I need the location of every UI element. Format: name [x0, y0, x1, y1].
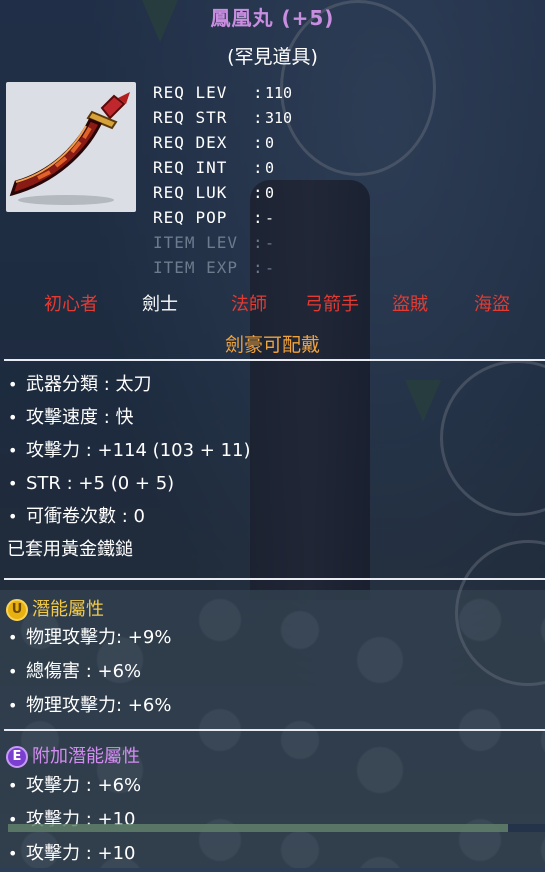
- additional-potential-line: • 攻擊力 : +10: [8, 843, 136, 864]
- potential-lines: • 物理攻擊力: +9% • 總傷害 : +6% • 物理攻擊力: +6%: [8, 622, 171, 724]
- item-rarity: (罕見道具): [227, 46, 318, 68]
- req-value: 0: [265, 159, 275, 177]
- job-magician: 法師: [231, 294, 267, 315]
- req-label: REQ INT: [153, 158, 228, 177]
- req-row: ITEM EXP: -: [153, 255, 292, 280]
- req-value: 310: [265, 109, 293, 127]
- stat-line: • 攻擊力 : +114 (103 + 11): [8, 440, 251, 461]
- divider: [4, 729, 545, 731]
- stat-line: • 可衝卷次數 : 0: [8, 506, 145, 527]
- additional-potential-header: E 附加潛能屬性: [6, 742, 140, 768]
- stat-text: STR : +5 (0 + 5): [26, 473, 175, 494]
- stat-text: 攻擊速度 : 快: [26, 407, 134, 428]
- req-label: REQ STR: [153, 108, 228, 127]
- stat-line: • 攻擊速度 : 快: [8, 407, 134, 428]
- exp-bar-remainder: [508, 824, 545, 832]
- job-thief: 盜賊: [392, 294, 428, 315]
- req-label: ITEM LEV: [153, 233, 239, 252]
- potential-header: U 潛能屬性: [6, 595, 104, 621]
- job-archer: 弓箭手: [305, 294, 359, 315]
- stat-text: 可衝卷次數 : 0: [26, 506, 145, 527]
- potential-title: 潛能屬性: [32, 599, 104, 620]
- req-label: REQ POP: [153, 208, 228, 227]
- req-row: REQ DEX:0: [153, 130, 292, 155]
- req-row: REQ POP: -: [153, 205, 292, 230]
- potential-line: • 物理攻擊力: +9%: [8, 627, 172, 648]
- req-row: REQ LEV:110: [153, 80, 292, 105]
- requirements-list: REQ LEV:110 REQ STR:310 REQ DEX:0 REQ IN…: [153, 80, 292, 280]
- stat-line: • STR : +5 (0 + 5): [8, 473, 175, 494]
- additional-potential-text: 攻擊力 : +6%: [26, 775, 142, 796]
- req-value: 110: [265, 84, 293, 102]
- job-restrictions: 初心者 劍士 法師 弓箭手 盜賊 海盜: [0, 290, 545, 316]
- stat-line: • 武器分類 : 太刀: [8, 374, 152, 395]
- potential-rank-icon: U: [6, 599, 28, 621]
- potential-text: 物理攻擊力: +9%: [26, 627, 172, 648]
- additional-potential-text: 攻擊力 : +10: [26, 843, 136, 864]
- potential-line: • 物理攻擊力: +6%: [8, 695, 172, 716]
- job-pirate: 海盜: [474, 294, 510, 315]
- req-label: REQ LEV: [153, 83, 228, 102]
- item-tooltip-panel: 鳳凰丸 (+5) (罕見道具) REQ LEV:110 REQ STR:310 …: [0, 0, 545, 868]
- additional-potential-title: 附加潛能屬性: [32, 746, 140, 767]
- req-value: 0: [265, 134, 275, 152]
- item-stats: • 武器分類 : 太刀 • 攻擊速度 : 快 • 攻擊力 : +114 (103 + …: [7, 370, 251, 568]
- req-row: REQ LUK:0: [153, 180, 292, 205]
- req-label: REQ LUK: [153, 183, 228, 202]
- req-value: -: [265, 234, 275, 252]
- req-value: -: [265, 209, 275, 227]
- item-icon-frame: [6, 82, 136, 212]
- potential-text: 物理攻擊力: +6%: [26, 695, 172, 716]
- req-label: REQ DEX: [153, 133, 228, 152]
- job-beginner: 初心者: [44, 294, 98, 315]
- additional-potential-line: • 攻擊力 : +10: [8, 809, 136, 830]
- applied-note: 已套用黃金鐵鎚: [7, 535, 251, 568]
- additional-potential-lines: • 攻擊力 : +6% • 攻擊力 : +10 • 攻擊力 : +10: [8, 770, 141, 872]
- stat-text: 攻擊力 : +114 (103 + 11): [26, 440, 251, 461]
- req-value: 0: [265, 184, 275, 202]
- applied-note-text: 已套用黃金鐵鎚: [7, 539, 133, 560]
- item-name: 鳳凰丸 (+5): [210, 6, 335, 30]
- req-row: REQ STR:310: [153, 105, 292, 130]
- divider: [4, 578, 545, 580]
- req-value: -: [265, 259, 275, 277]
- divider: [4, 359, 545, 361]
- curved-sword-icon: [9, 92, 130, 205]
- additional-potential-rank-icon: E: [6, 746, 28, 768]
- stat-text: 武器分類 : 太刀: [26, 374, 152, 395]
- potential-text: 總傷害 : +6%: [26, 661, 142, 682]
- equip-note: 劍豪可配戴: [224, 334, 320, 356]
- req-row: ITEM LEV: -: [153, 230, 292, 255]
- job-warrior: 劍士: [142, 294, 178, 315]
- additional-potential-line: • 攻擊力 : +6%: [8, 775, 142, 796]
- exp-bar: [8, 824, 508, 832]
- req-row: REQ INT:0: [153, 155, 292, 180]
- req-label: ITEM EXP: [153, 258, 239, 277]
- potential-line: • 總傷害 : +6%: [8, 661, 142, 682]
